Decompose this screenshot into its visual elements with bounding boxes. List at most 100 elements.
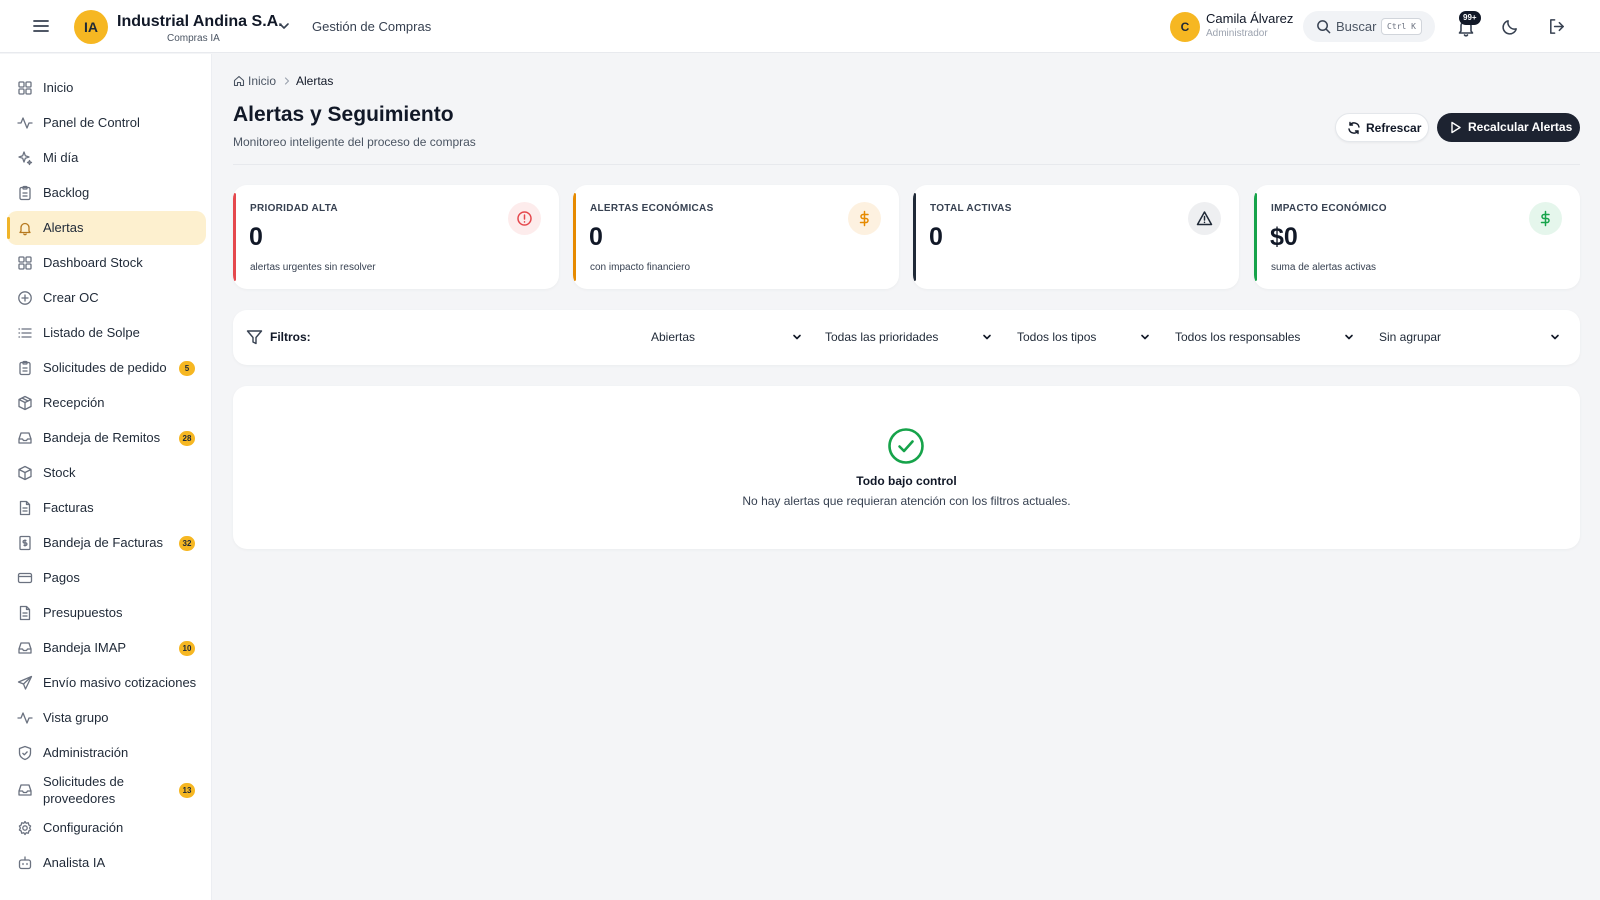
filters-bar: Filtros: Abiertas Todas las prioridades … [233,310,1580,365]
search-icon [1317,20,1331,34]
status-filter-select[interactable]: Abiertas [651,324,803,351]
sidebar-item-label: Presupuestos [43,605,123,620]
header-divider [233,164,1580,165]
menu-icon[interactable] [31,17,51,35]
select-value: Abiertas [651,330,696,344]
clipboard-icon [19,360,31,376]
refresh-button-label: Refrescar [1366,121,1422,135]
sidebar-item-label: Panel de Control [43,115,140,130]
inbox-icon [18,432,32,444]
sidebar-item-recepcion[interactable]: Recepción [7,386,206,420]
avatar[interactable]: C [1170,12,1200,42]
kpi-card-economic-alerts: ALERTAS ECONÓMICAS 0 con impacto financi… [573,185,899,289]
kpi-card-economic-impact: IMPACTO ECONÓMICO $0 suma de alertas act… [1254,185,1580,289]
select-value: Sin agrupar [1379,330,1442,344]
count-badge: 13 [179,783,195,798]
sidebar-item-label: Solicitudes de proveedores [43,774,124,806]
refresh-button[interactable]: Refrescar [1335,113,1429,142]
credit-card-icon [17,572,33,584]
sidebar-item-label: Facturas [43,500,94,515]
sidebar-item-label: Alertas [43,220,84,235]
sidebar-item-label: Solicitudes de pedido [43,360,167,375]
sidebar-item-label: Backlog [43,185,90,200]
select-value: Todas las prioridades [825,330,939,344]
chevron-down-icon[interactable] [277,19,291,33]
sidebar-item-bandeja-de-facturas[interactable]: Bandeja de Facturas 32 [7,526,206,560]
type-filter-select[interactable]: Todos los tipos [1017,324,1151,351]
gear-icon [18,820,32,836]
alert-circle-icon [508,202,541,235]
sidebar-item-bandeja-imap[interactable]: Bandeja IMAP 10 [7,631,206,665]
sidebar-item-solicitudes-de-pedido[interactable]: Solicitudes de pedido 5 [7,351,206,385]
card-value: 0 [929,223,943,251]
send-icon [17,675,33,690]
sidebar-item-bandeja-de-remitos[interactable]: Bandeja de Remitos 28 [7,421,206,455]
logout-icon[interactable] [1547,17,1566,36]
recalculate-alerts-button[interactable]: Recalcular Alertas [1437,113,1580,142]
sidebar-item-presupuestos[interactable]: Presupuestos [7,596,206,630]
sidebar-item-label: Bandeja de Facturas [43,535,163,550]
card-value: $0 [1270,223,1298,251]
sidebar-item-crear-oc[interactable]: Crear OC [7,281,206,315]
sidebar-item-label: Administración [43,745,129,760]
inbox-icon [18,784,32,796]
grid-icon [18,81,32,95]
sidebar-item-panel-de-control[interactable]: Panel de Control [7,106,206,140]
inbox-icon [18,642,32,654]
owner-filter-select[interactable]: Todos los responsables [1175,324,1355,351]
priority-filter-select[interactable]: Todas las prioridades [825,324,993,351]
chevron-down-icon [1345,334,1353,340]
sidebar-item-vista-grupo[interactable]: Vista grupo [7,701,206,735]
sidebar-item-stock[interactable]: Stock [7,456,206,490]
sidebar-item-administracion[interactable]: Administración [7,736,206,770]
dollar-icon [848,202,881,235]
company-name[interactable]: Industrial Andina S.A. [117,13,283,31]
sidebar-item-listado-de-solpe[interactable]: Listado de Solpe [7,316,206,350]
sidebar-item-pagos[interactable]: Pagos [7,561,206,595]
home-icon[interactable] [233,75,245,87]
chevron-right-icon [284,77,290,85]
sidebar-item-analista-ia[interactable]: Analista IA [7,846,206,880]
clipboard-icon [19,185,31,201]
card-accent-bar [913,193,916,281]
select-value: Todos los tipos [1017,330,1097,344]
search-shortcut: Ctrl K [1381,18,1422,35]
receipt-icon [19,535,31,551]
count-badge: 28 [179,431,195,446]
sidebar-item-dashboard-stock[interactable]: Dashboard Stock [7,246,206,280]
sparkles-icon [18,151,33,166]
sidebar-item-envio-masivo-cotizaciones[interactable]: Envío masivo cotizaciones [7,666,206,700]
sidebar-item-configuracion[interactable]: Configuración [7,811,206,845]
sidebar-item-facturas[interactable]: Facturas [7,491,206,525]
sidebar-item-label: Bandeja de Remitos [43,430,161,445]
sidebar-item-label: Configuración [43,820,124,835]
card-accent-bar [233,193,236,281]
sidebar-item-label: Vista grupo [43,710,109,725]
card-label: TOTAL ACTIVAS [930,203,1012,214]
kpi-card-high-priority: PRIORIDAD ALTA 0 alertas urgentes sin re… [233,185,559,289]
filters-label: Filtros: [270,330,311,344]
sidebar-item-label: Envío masivo cotizaciones [43,675,197,690]
sidebar-item-label: Dashboard Stock [43,255,143,270]
sidebar-item-mi-dia[interactable]: Mi día [7,141,206,175]
card-caption: alertas urgentes sin resolver [250,262,376,273]
sidebar-item-inicio[interactable]: Inicio [7,71,206,105]
user-name: Camila Álvarez [1206,11,1294,26]
recalculate-alerts-label: Recalcular Alertas [1468,120,1573,134]
file-text-icon [19,605,31,621]
select-value: Todos los responsables [1175,330,1301,344]
chevron-down-icon [1141,334,1149,340]
shield-icon [18,745,32,761]
card-caption: suma de alertas activas [1271,262,1377,273]
play-icon [1451,121,1461,134]
breadcrumb-home-link[interactable]: Inicio [248,74,276,88]
sidebar-item-backlog[interactable]: Backlog [7,176,206,210]
sidebar-item-alertas[interactable]: Alertas [7,211,206,245]
package-icon [18,395,32,411]
search-button[interactable]: Buscar Ctrl K [1303,11,1435,42]
sidebar-item-solicitudes-de-proveedores[interactable]: Solicitudes de proveedores 13 [7,770,206,810]
card-value: 0 [249,223,263,251]
sidebar-item-label: Listado de Solpe [43,325,140,340]
grouping-select[interactable]: Sin agrupar [1379,324,1561,351]
moon-icon[interactable] [1501,17,1520,36]
